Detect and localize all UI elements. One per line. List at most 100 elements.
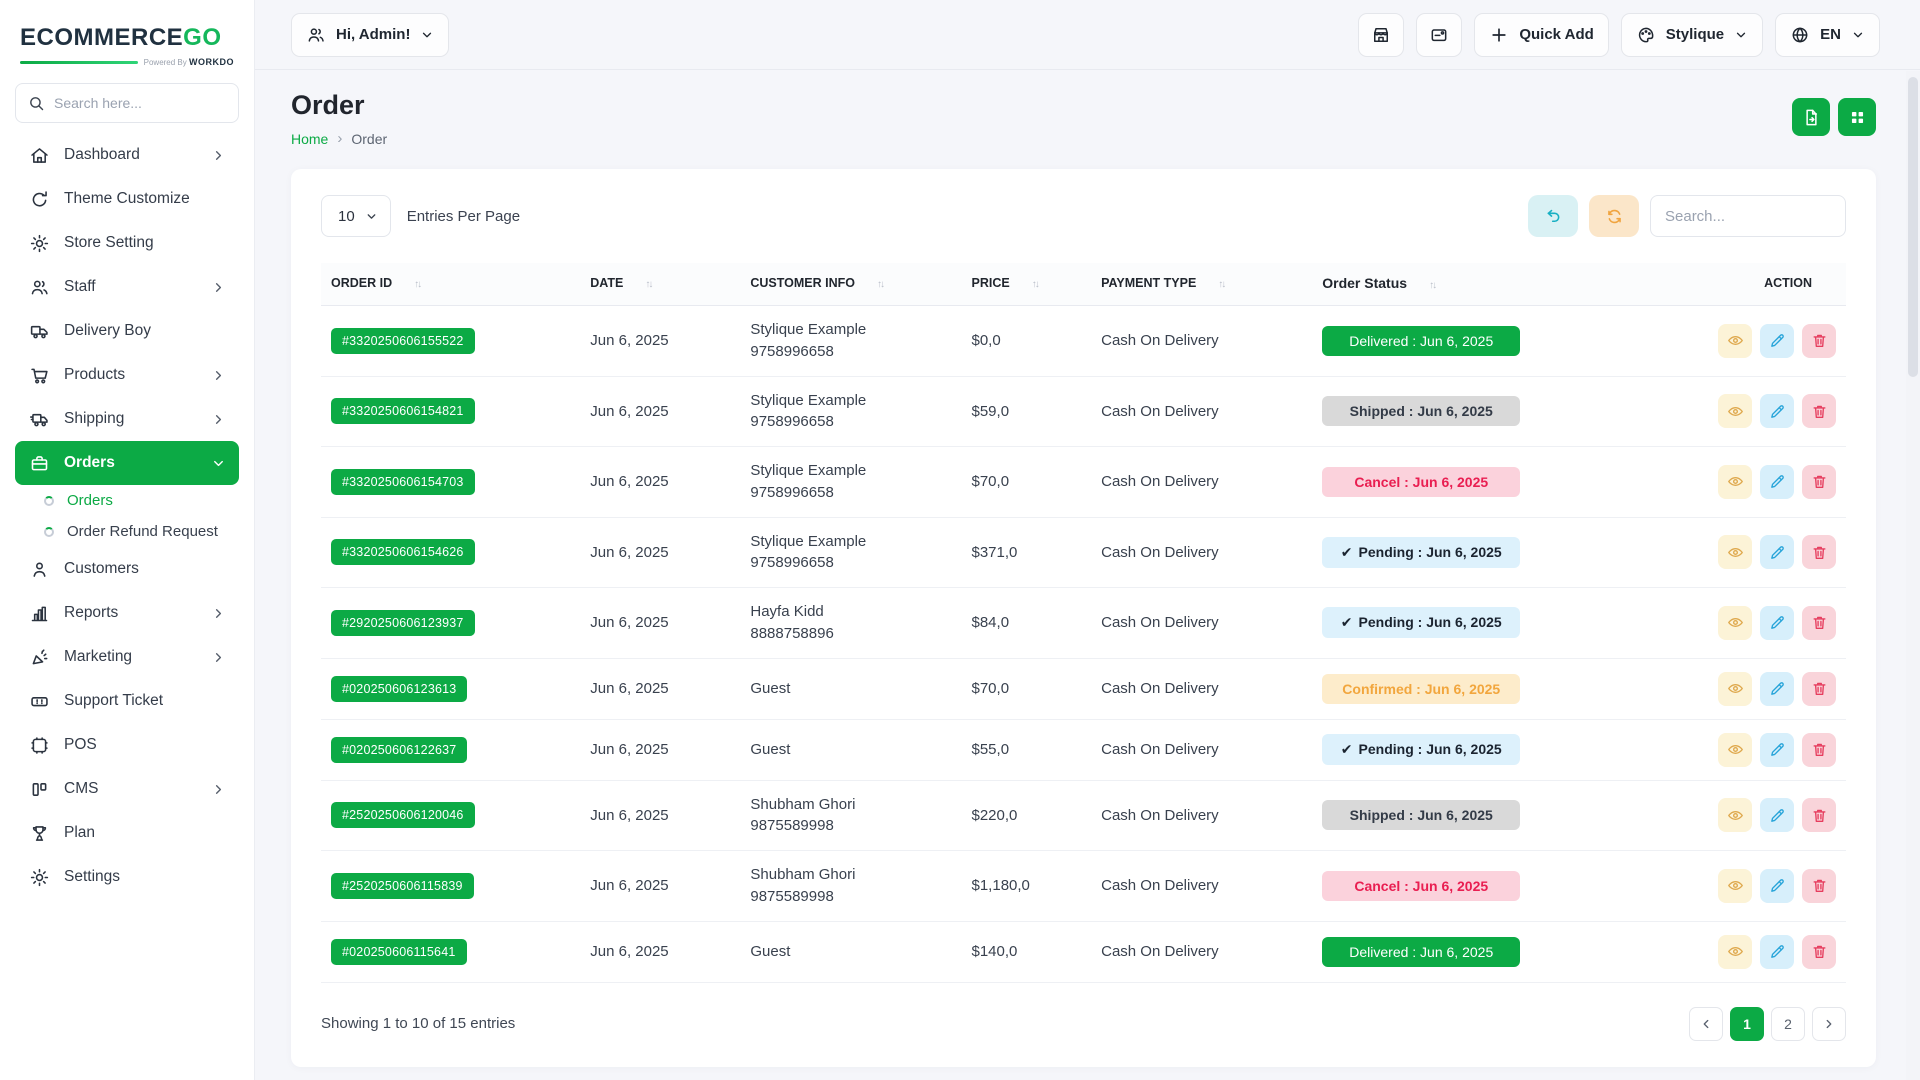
sort-icon[interactable]: ↑↓ xyxy=(645,279,651,290)
sidebar-item-theme-customize[interactable]: Theme Customize xyxy=(15,177,239,221)
order-id-badge[interactable]: #020250606115641 xyxy=(331,939,467,965)
column-header-order-id[interactable]: ORDER ID↑↓ xyxy=(321,263,580,306)
order-id-badge[interactable]: #3320250606154626 xyxy=(331,539,475,565)
entries-per-page-select[interactable]: 10 xyxy=(321,195,391,237)
delete-order-button[interactable] xyxy=(1802,672,1836,706)
scrollbar-thumb[interactable] xyxy=(1908,77,1918,377)
sidebar-item-shipping[interactable]: Shipping xyxy=(15,397,239,441)
order-id-badge[interactable]: #020250606122637 xyxy=(331,737,467,763)
next-page-button[interactable] xyxy=(1812,1007,1846,1041)
column-header-order-status[interactable]: Order Status↑↓ xyxy=(1312,263,1678,306)
page-button-1[interactable]: 1 xyxy=(1730,1007,1764,1041)
sidebar-item-marketing[interactable]: Marketing xyxy=(15,635,239,679)
view-order-button[interactable] xyxy=(1718,869,1752,903)
edit-order-button[interactable] xyxy=(1760,535,1794,569)
page-button-2[interactable]: 2 xyxy=(1771,1007,1805,1041)
edit-order-button[interactable] xyxy=(1760,733,1794,767)
undo-button[interactable] xyxy=(1528,195,1578,237)
order-id-badge[interactable]: #3320250606155522 xyxy=(331,328,475,354)
view-order-button[interactable] xyxy=(1718,798,1752,832)
order-id-badge[interactable]: #020250606123613 xyxy=(331,676,467,702)
edit-order-button[interactable] xyxy=(1760,465,1794,499)
sidebar-item-staff[interactable]: Staff xyxy=(15,265,239,309)
order-status-badge[interactable]: ✔Pending : Jun 6, 2025 xyxy=(1322,607,1520,638)
sidebar-item-orders[interactable]: Orders xyxy=(15,441,239,485)
scrollbar[interactable] xyxy=(1906,71,1920,1080)
sort-icon[interactable]: ↑↓ xyxy=(1032,279,1038,290)
sidebar-subitem-orders[interactable]: Orders xyxy=(0,485,254,516)
edit-order-button[interactable] xyxy=(1760,324,1794,358)
sidebar-item-delivery-boy[interactable]: Delivery Boy xyxy=(15,309,239,353)
language-button[interactable]: EN xyxy=(1775,13,1880,57)
view-order-button[interactable] xyxy=(1718,465,1752,499)
edit-order-button[interactable] xyxy=(1760,798,1794,832)
column-header-customer-info[interactable]: CUSTOMER INFO↑↓ xyxy=(740,263,961,306)
storefront-button[interactable] xyxy=(1358,13,1404,57)
sidebar-item-plan[interactable]: Plan xyxy=(15,811,239,855)
table-search-input[interactable] xyxy=(1650,195,1846,237)
order-id-badge[interactable]: #3320250606154821 xyxy=(331,398,475,424)
sort-icon[interactable]: ↑↓ xyxy=(1429,280,1435,291)
column-header-payment-type[interactable]: PAYMENT TYPE↑↓ xyxy=(1091,263,1312,306)
breadcrumb-home-link[interactable]: Home xyxy=(291,131,328,147)
view-order-button[interactable] xyxy=(1718,394,1752,428)
quick-add-button[interactable]: Quick Add xyxy=(1474,13,1608,57)
sidebar-search-input[interactable] xyxy=(54,95,226,111)
delete-order-button[interactable] xyxy=(1802,733,1836,767)
delete-order-button[interactable] xyxy=(1802,935,1836,969)
sidebar-item-cms[interactable]: CMS xyxy=(15,767,239,811)
view-order-button[interactable] xyxy=(1718,324,1752,358)
grid-view-button[interactable] xyxy=(1838,98,1876,136)
order-status-badge[interactable]: Delivered : Jun 6, 2025 xyxy=(1322,326,1520,356)
order-id-badge[interactable]: #2520250606115839 xyxy=(331,873,474,899)
column-header-price[interactable]: PRICE↑↓ xyxy=(962,263,1092,306)
user-menu-button[interactable]: Hi, Admin! xyxy=(291,13,449,57)
sort-icon[interactable]: ↑↓ xyxy=(1218,279,1224,290)
sidebar-item-store-setting[interactable]: Store Setting xyxy=(15,221,239,265)
sidebar-item-support-ticket[interactable]: Support Ticket xyxy=(15,679,239,723)
order-status-badge[interactable]: Delivered : Jun 6, 2025 xyxy=(1322,937,1520,967)
sidebar-item-customers[interactable]: Customers xyxy=(15,547,239,591)
order-status-badge[interactable]: ✔Pending : Jun 6, 2025 xyxy=(1322,537,1520,568)
order-status-badge[interactable]: Shipped : Jun 6, 2025 xyxy=(1322,396,1520,426)
delete-order-button[interactable] xyxy=(1802,869,1836,903)
edit-order-button[interactable] xyxy=(1760,606,1794,640)
previous-page-button[interactable] xyxy=(1689,1007,1723,1041)
view-order-button[interactable] xyxy=(1718,935,1752,969)
edit-order-button[interactable] xyxy=(1760,394,1794,428)
sidebar-item-products[interactable]: Products xyxy=(15,353,239,397)
delete-order-button[interactable] xyxy=(1802,394,1836,428)
order-status-badge[interactable]: Cancel : Jun 6, 2025 xyxy=(1322,467,1520,497)
sort-icon[interactable]: ↑↓ xyxy=(414,279,420,290)
sidebar-item-dashboard[interactable]: Dashboard xyxy=(15,133,239,177)
order-status-badge[interactable]: Shipped : Jun 6, 2025 xyxy=(1322,800,1520,830)
order-id-badge[interactable]: #2520250606120046 xyxy=(331,802,475,828)
sort-icon[interactable]: ↑↓ xyxy=(877,279,883,290)
order-status-badge[interactable]: ✔Pending : Jun 6, 2025 xyxy=(1322,734,1520,765)
delete-order-button[interactable] xyxy=(1802,324,1836,358)
order-status-badge[interactable]: Confirmed : Jun 6, 2025 xyxy=(1322,674,1520,704)
order-status-badge[interactable]: Cancel : Jun 6, 2025 xyxy=(1322,871,1520,901)
order-id-badge[interactable]: #3320250606154703 xyxy=(331,469,475,495)
view-order-button[interactable] xyxy=(1718,672,1752,706)
order-id-badge[interactable]: #2920250606123937 xyxy=(331,610,475,636)
store-switcher-button[interactable]: Stylique xyxy=(1621,13,1763,57)
delete-order-button[interactable] xyxy=(1802,535,1836,569)
brand-logo[interactable]: ECOMMERCEGO Powered By WORKDO xyxy=(0,18,254,67)
sidebar-item-reports[interactable]: Reports xyxy=(15,591,239,635)
edit-order-button[interactable] xyxy=(1760,869,1794,903)
view-order-button[interactable] xyxy=(1718,606,1752,640)
sidebar-subitem-order-refund-request[interactable]: Order Refund Request xyxy=(0,516,254,547)
export-button[interactable] xyxy=(1792,98,1830,136)
edit-order-button[interactable] xyxy=(1760,935,1794,969)
sidebar-search[interactable] xyxy=(15,83,239,123)
view-order-button[interactable] xyxy=(1718,733,1752,767)
delete-order-button[interactable] xyxy=(1802,798,1836,832)
mail-button[interactable] xyxy=(1416,13,1462,57)
delete-order-button[interactable] xyxy=(1802,465,1836,499)
column-header-date[interactable]: DATE↑↓ xyxy=(580,263,740,306)
view-order-button[interactable] xyxy=(1718,535,1752,569)
reload-button[interactable] xyxy=(1589,195,1639,237)
sidebar-item-settings[interactable]: Settings xyxy=(15,855,239,899)
edit-order-button[interactable] xyxy=(1760,672,1794,706)
